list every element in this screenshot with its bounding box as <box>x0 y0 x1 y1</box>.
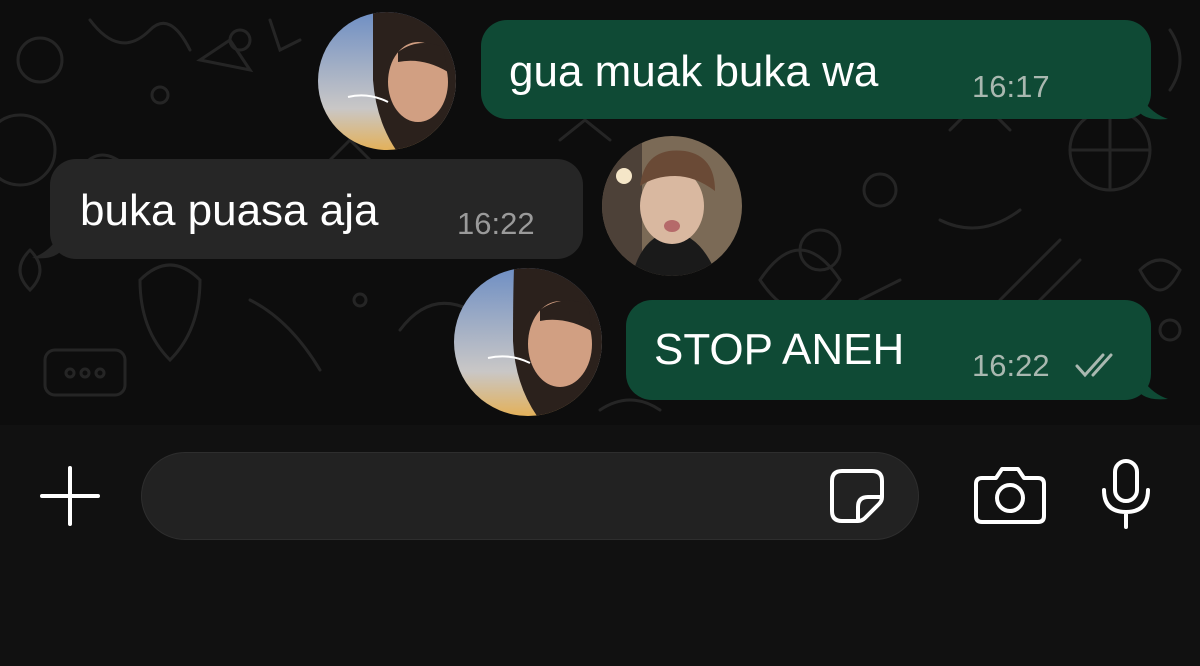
message-bubble-outgoing[interactable]: gua muak buka wa 16:17 <box>481 20 1151 119</box>
message-time: 16:22 <box>457 206 535 241</box>
sticker-icon[interactable] <box>828 467 886 525</box>
message-time: 16:22 <box>972 348 1050 383</box>
avatar[interactable] <box>602 136 742 276</box>
message-bubble-incoming[interactable]: buka puasa aja 16:22 <box>50 159 583 259</box>
message-text: buka puasa aja <box>80 186 379 235</box>
read-ticks-icon <box>1075 353 1113 378</box>
message-input[interactable] <box>141 452 919 540</box>
microphone-icon[interactable] <box>1098 458 1154 530</box>
message-text: gua muak buka wa <box>509 47 879 96</box>
message-text: STOP ANEH <box>654 325 905 374</box>
bubble-tail <box>1140 375 1168 400</box>
plus-icon[interactable] <box>38 464 102 528</box>
avatar[interactable] <box>318 12 456 150</box>
avatar[interactable] <box>454 268 602 416</box>
bubble-tail <box>32 234 60 259</box>
bubble-tail <box>1140 95 1168 120</box>
camera-icon[interactable] <box>972 464 1048 526</box>
chat-area[interactable]: gua muak buka wa 16:17 buka puasa aja 16… <box>0 0 1200 425</box>
message-bubble-outgoing[interactable]: STOP ANEH 16:22 <box>626 300 1151 400</box>
message-time: 16:17 <box>972 69 1050 104</box>
